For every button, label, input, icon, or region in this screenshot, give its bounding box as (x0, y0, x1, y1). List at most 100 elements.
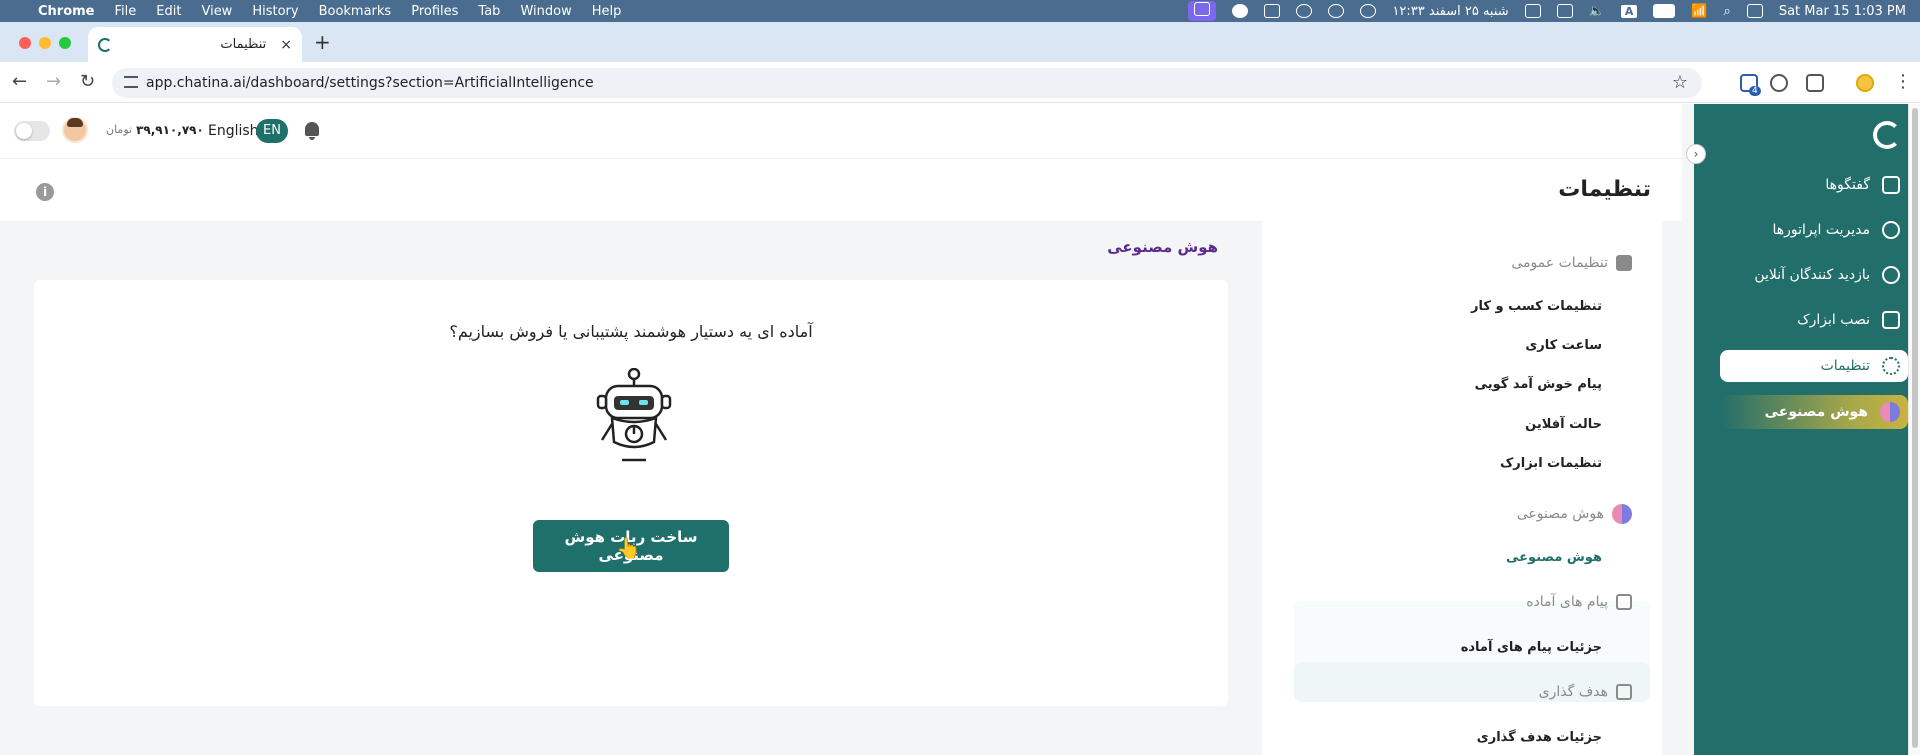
sidebar-item-operators[interactable]: مدیریت اپراتورها (1720, 214, 1908, 246)
page-title: تنظیمات (1558, 177, 1651, 202)
message-add-icon (1616, 594, 1632, 610)
sidebar-item-online-visitors[interactable]: بازدید کنندگان آنلاین (1720, 259, 1908, 291)
menu-edit[interactable]: Edit (156, 4, 181, 19)
browser-tab-settings[interactable]: تنظیمات × (88, 27, 302, 62)
link-welcome-message[interactable]: پیام خوش آمد گویی (1475, 377, 1602, 392)
chrome-menu-kebab-icon[interactable]: ⋮ (1894, 71, 1912, 92)
users-icon (1882, 266, 1900, 284)
settings-submenu: تنظیمات عمومی تنظیمات کسب و کار ساعت کار… (1262, 221, 1662, 755)
external-link-icon (1616, 684, 1632, 700)
menu-profiles[interactable]: Profiles (411, 4, 458, 19)
screen-record-icon[interactable] (1188, 1, 1217, 21)
section-artificial-intelligence[interactable]: هوش مصنوعی (1517, 504, 1632, 524)
link-quick-replies-details[interactable]: جزئیات پیام های آماده (1461, 640, 1602, 655)
tab-title: تنظیمات (220, 37, 267, 52)
profile-avatar-icon[interactable] (1856, 74, 1874, 92)
balance-currency: تومان (106, 123, 133, 136)
info-icon[interactable]: i (36, 183, 54, 201)
link-widget-settings[interactable]: تنظیمات ابزارک (1500, 456, 1602, 471)
link-goal-setting-details[interactable]: جزئیات هدف گذاری (1477, 730, 1602, 745)
menubar-clock[interactable]: Sat Mar 15 1:03 PM (1779, 4, 1906, 19)
telegram-icon[interactable] (1232, 4, 1249, 18)
sidebar-item-install-widget[interactable]: نصب ابزارک (1720, 304, 1908, 336)
chatina-logo[interactable] (1873, 121, 1901, 149)
window-icon[interactable] (1556, 4, 1573, 18)
wifi-icon[interactable]: 📶 (1691, 4, 1707, 19)
menu-window[interactable]: Window (520, 4, 571, 19)
menu-view[interactable]: View (201, 4, 232, 19)
display-icon[interactable] (1524, 4, 1541, 18)
section-general-settings[interactable]: تنظیمات عمومی (1511, 255, 1632, 271)
tab-close-icon[interactable]: × (280, 37, 292, 53)
page-title-bar: i تنظیمات (0, 158, 1682, 221)
user-avatar[interactable] (62, 117, 88, 143)
language-label[interactable]: English (208, 123, 259, 139)
page-scrollbar[interactable] (1908, 104, 1920, 755)
app-area: ۳۹,۹۱۰,۷۹۰ تومان English EN i تنظیمات تن… (0, 104, 1920, 755)
extension-toggle-icon[interactable] (1770, 74, 1788, 92)
menu-tab[interactable]: Tab (478, 4, 500, 19)
battery-icon[interactable] (1653, 4, 1676, 18)
volume-icon[interactable]: 🔈 (1589, 4, 1605, 19)
forward-arrow-icon[interactable]: → (46, 71, 61, 92)
persian-date[interactable]: شنبه ۲۵ اسفند ۱۲:۳۳ (1392, 4, 1508, 19)
brain-icon (1880, 402, 1900, 422)
gear-icon (1882, 357, 1900, 375)
extensions-puzzle-icon[interactable] (1806, 74, 1824, 92)
ai-empty-state-card: آماده ای یه دستیار هوشمند پشتیبانی یا فر… (34, 280, 1228, 706)
menu-history[interactable]: History (252, 4, 298, 19)
ai-prompt-text: آماده ای یه دستیار هوشمند پشتیبانی یا فر… (449, 322, 813, 341)
back-arrow-icon[interactable]: ← (12, 71, 27, 92)
macos-menu-bar: Chrome File Edit View History Bookmarks … (0, 0, 1920, 22)
file-code-icon (1882, 311, 1900, 329)
browser-toolbar: ← → ↻ app.chatina.ai/dashboard/settings?… (0, 62, 1920, 103)
new-tab-button[interactable]: + (314, 30, 331, 54)
sidebar-item-settings[interactable]: تنظیمات (1720, 350, 1908, 382)
sidebar-collapse-button[interactable]: › (1686, 144, 1706, 164)
chatina-favicon-icon (98, 37, 112, 52)
scrollbar-thumb[interactable] (1912, 108, 1918, 748)
link-working-hours[interactable]: ساعت کاری (1525, 338, 1602, 353)
link-business-settings[interactable]: تنظیمات کسب و کار (1471, 299, 1602, 314)
extension-badge: 4 (1749, 86, 1761, 96)
window-close-button[interactable] (19, 37, 31, 49)
menu-bookmarks[interactable]: Bookmarks (319, 4, 392, 19)
window-minimize-button[interactable] (39, 37, 51, 49)
section-goal-setting[interactable]: هدف گذاری (1539, 684, 1632, 700)
spotlight-search-icon[interactable]: ⌕ (1724, 4, 1731, 19)
address-bar[interactable]: app.chatina.ai/dashboard/settings?sectio… (112, 68, 1702, 98)
language-switch-button[interactable]: EN (256, 119, 288, 143)
bookmark-star-icon[interactable]: ☆ (1672, 72, 1688, 93)
site-info-icon[interactable] (124, 76, 138, 88)
balance-amount: ۳۹,۹۱۰,۷۹۰ (136, 123, 204, 137)
section-quick-replies[interactable]: پیام های آماده (1526, 594, 1632, 610)
user-add-icon (1882, 221, 1900, 239)
url-text[interactable]: app.chatina.ai/dashboard/settings?sectio… (146, 75, 594, 91)
grid-app-icon[interactable] (1264, 4, 1281, 18)
menu-file[interactable]: File (115, 4, 137, 19)
content-heading: هوش مصنوعی (1107, 238, 1218, 256)
browser-tab-strip: تنظیمات × + (0, 22, 1920, 62)
link-offline-mode[interactable]: حالت آفلاین (1525, 417, 1602, 432)
window-zoom-button[interactable] (59, 37, 71, 49)
chatgpt-icon[interactable] (1328, 4, 1345, 18)
radio-icon[interactable] (1360, 4, 1377, 18)
app-menu-chrome[interactable]: Chrome (38, 4, 95, 19)
sidebar-item-conversations[interactable]: گفتگوها (1720, 169, 1908, 201)
notification-bell-icon[interactable] (305, 122, 319, 140)
vpn-icon[interactable] (1296, 4, 1313, 18)
app-header: ۳۹,۹۱۰,۷۹۰ تومان English EN (0, 104, 1682, 158)
main-sidebar: › گفتگوها مدیریت اپراتورها بازدید کنندگا… (1686, 104, 1908, 755)
reload-icon[interactable]: ↻ (80, 71, 95, 92)
robot-icon (596, 368, 672, 462)
keyboard-input-indicator[interactable]: A (1620, 4, 1638, 18)
sidebar-item-artificial-intelligence[interactable]: هوش مصنوعی (1720, 395, 1908, 429)
control-center-icon[interactable] (1746, 4, 1763, 18)
pointer-cursor-icon: 👆 (616, 536, 641, 560)
wallet-balance: ۳۹,۹۱۰,۷۹۰ تومان (106, 123, 204, 137)
chat-icon (1882, 176, 1900, 194)
brain-icon (1612, 504, 1632, 524)
menu-help[interactable]: Help (592, 4, 622, 19)
status-toggle-switch[interactable] (14, 121, 50, 141)
link-artificial-intelligence[interactable]: هوش مصنوعی (1506, 550, 1602, 565)
